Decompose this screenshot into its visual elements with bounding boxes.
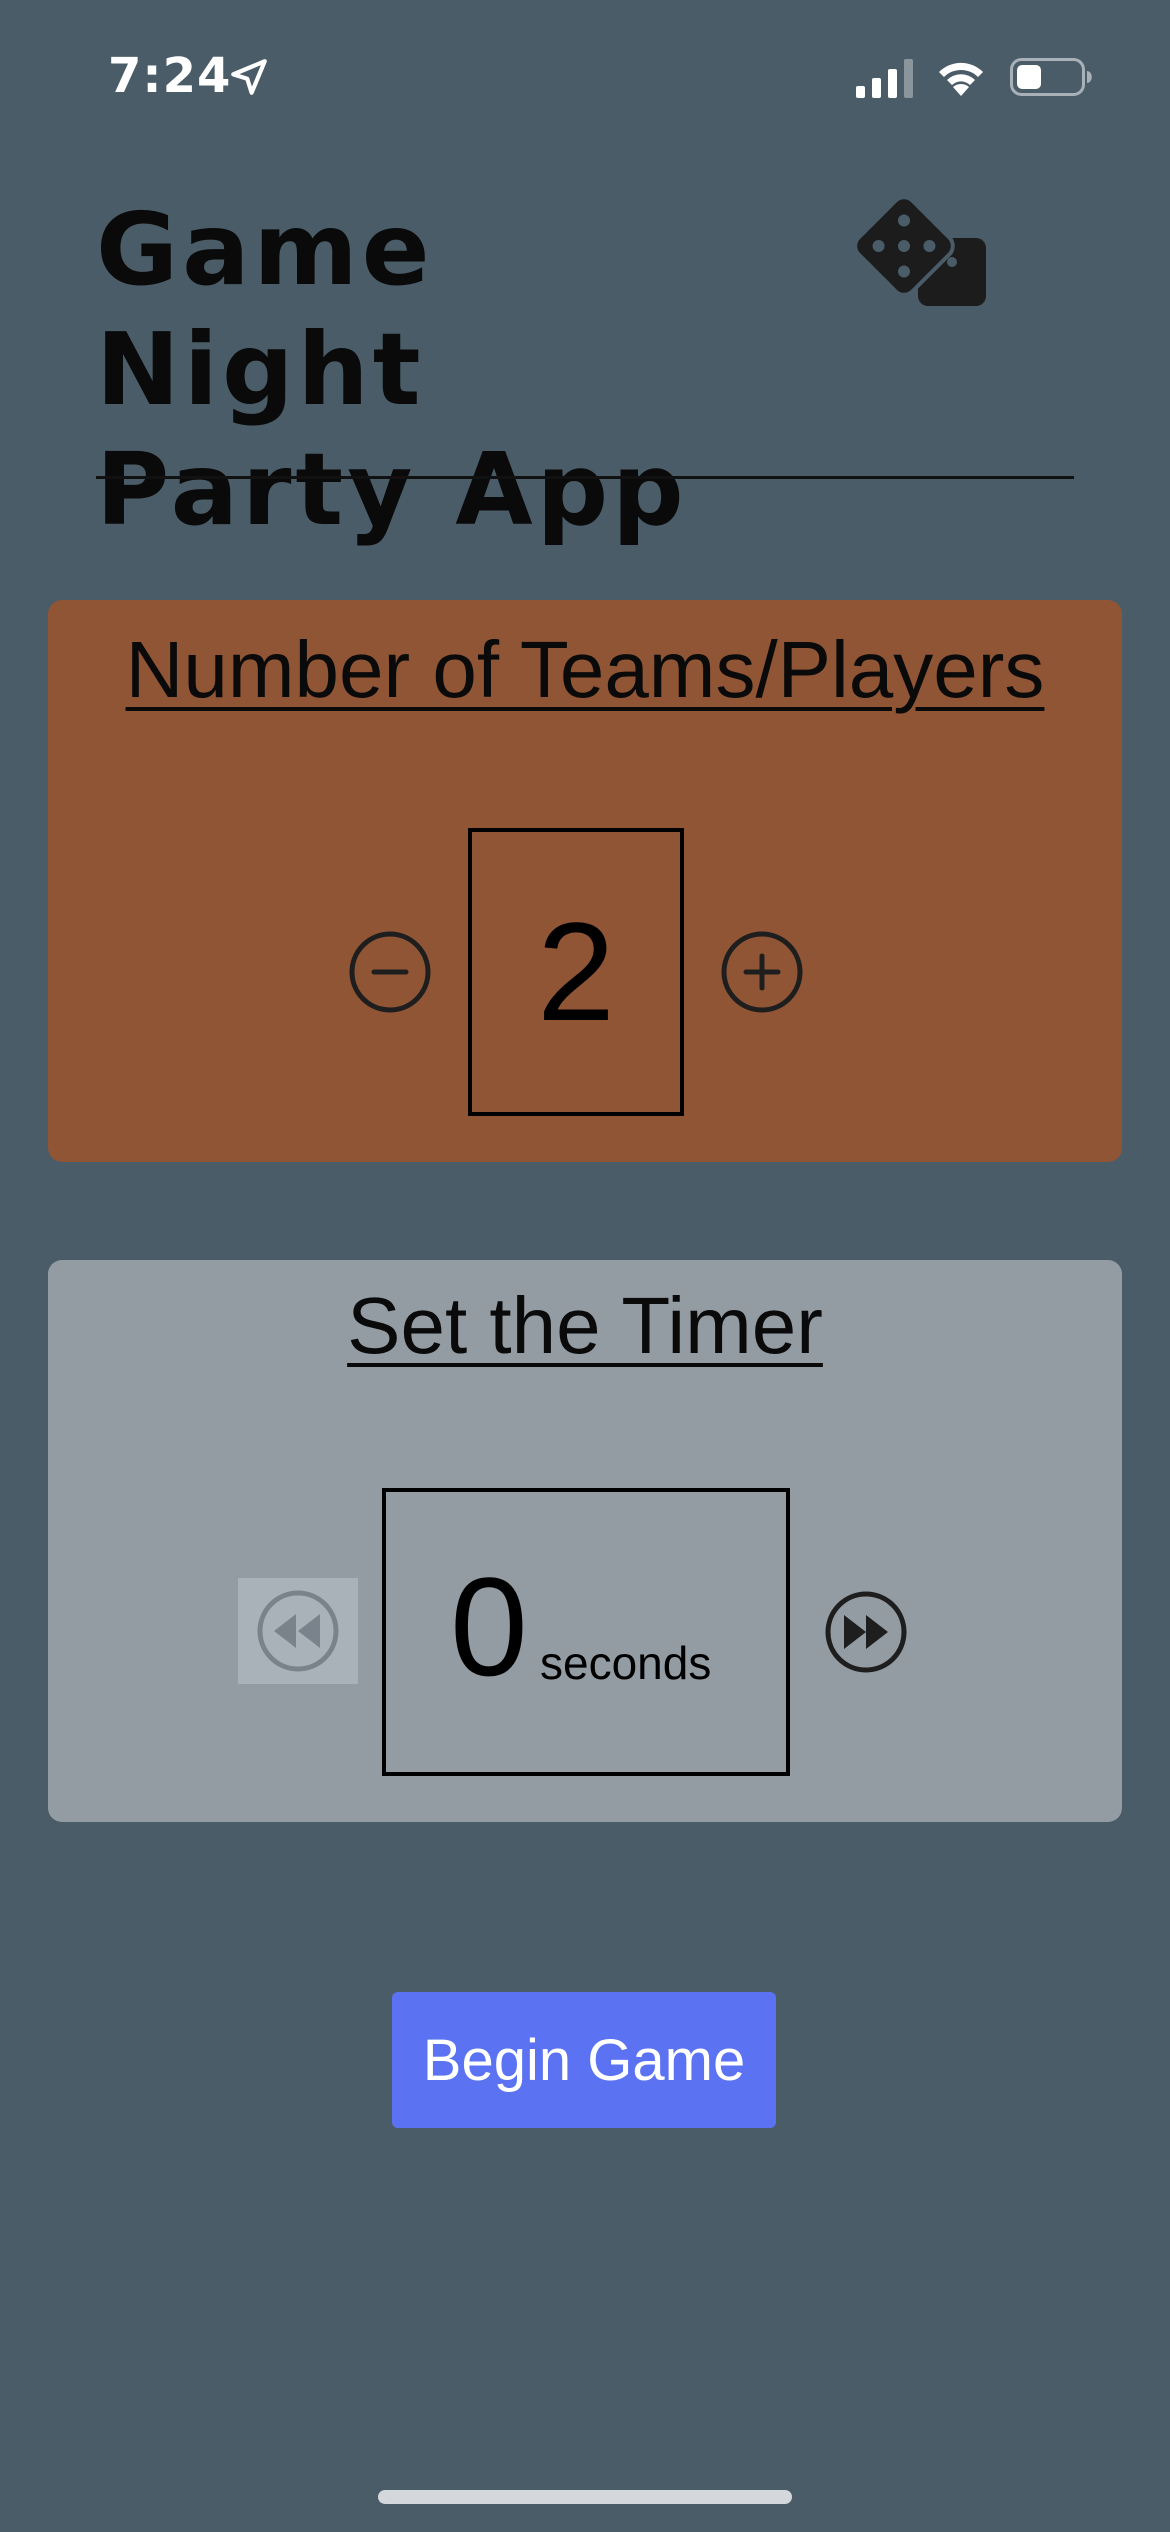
dice-icon xyxy=(853,196,986,306)
teams-count-value: 2 xyxy=(537,893,615,1050)
status-bar: 7:24 xyxy=(0,0,1170,150)
increment-teams-button[interactable] xyxy=(720,930,804,1014)
teams-count-display: 2 xyxy=(468,828,684,1116)
home-indicator xyxy=(378,2490,792,2504)
timer-heading: Set the Timer xyxy=(347,1281,823,1370)
battery-icon xyxy=(1010,58,1092,96)
timer-display: 0 seconds xyxy=(382,1488,790,1776)
app-title-line-1: Game Night xyxy=(96,191,434,428)
location-arrow-icon xyxy=(231,59,267,95)
timer-unit: seconds xyxy=(540,1637,712,1689)
decrease-timer-button[interactable] xyxy=(238,1578,358,1684)
teams-heading: Number of Teams/Players xyxy=(125,625,1045,714)
status-time: 7:24 xyxy=(108,48,232,104)
cellular-signal-icon xyxy=(856,59,913,98)
teams-card: Number of Teams/Players 2 xyxy=(48,600,1122,1162)
plus-circle-icon xyxy=(721,931,803,1013)
decrement-teams-button[interactable] xyxy=(348,930,432,1014)
rewind-circle-icon xyxy=(257,1590,339,1672)
wifi-icon xyxy=(939,62,983,96)
timer-card: Set the Timer 0 seconds xyxy=(48,1260,1122,1822)
app-title: Game Night Party App xyxy=(96,190,796,550)
title-divider xyxy=(96,476,1074,479)
timer-value: 0 xyxy=(450,1548,528,1705)
increase-timer-button[interactable] xyxy=(824,1590,908,1674)
minus-circle-icon xyxy=(349,931,431,1013)
fast-forward-circle-icon xyxy=(825,1591,907,1673)
app-title-line-2: Party App xyxy=(96,431,688,548)
begin-game-button[interactable]: Begin Game xyxy=(392,1992,776,2128)
